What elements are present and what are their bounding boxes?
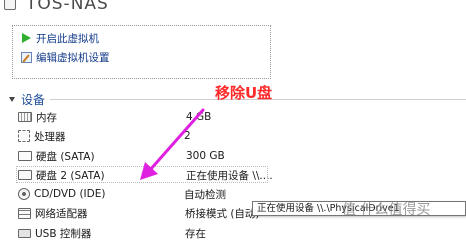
device-value: 4 GB — [186, 111, 212, 123]
device-row-hard-disk-2[interactable]: 硬盘 2 (SATA) 正在使用设备 \\.... — [16, 166, 466, 183]
hard-disk-icon — [18, 170, 32, 180]
usb-controller-icon — [18, 228, 31, 238]
device-name: CD/DVD (IDE) — [34, 188, 106, 200]
processor-icon — [18, 130, 30, 142]
memory-icon — [18, 112, 32, 122]
selection-outline — [16, 166, 268, 183]
device-row-cd-dvd[interactable]: CD/DVD (IDE) 自动检测 — [18, 186, 466, 202]
device-value: 自动检测 — [184, 188, 226, 201]
device-name: 内存 — [36, 111, 57, 124]
device-name: 处理器 — [34, 130, 66, 143]
device-name: 硬盘 (SATA) — [36, 150, 95, 163]
collapse-triangle-icon[interactable] — [9, 97, 15, 102]
cd-dvd-icon — [18, 188, 30, 200]
edit-icon — [21, 51, 32, 63]
power-on-vm-label: 开启此虚拟机 — [36, 32, 99, 45]
device-path-tooltip: 正在使用设备 \\.\PhysicalDrive1 — [252, 201, 466, 216]
device-value: 2 — [184, 130, 191, 142]
device-name: 网络适配器 — [35, 207, 88, 220]
edit-vm-settings-link[interactable]: 编辑虚拟机设置 — [21, 50, 110, 64]
play-icon — [21, 32, 32, 44]
device-value: 桥接模式 (自动) — [185, 207, 260, 220]
hard-disk-icon — [18, 151, 32, 161]
vm-title: TOS-NAS — [26, 0, 109, 14]
annotation-label: 移除U盘 — [215, 84, 273, 102]
vm-actions-panel: 开启此虚拟机 编辑虚拟机设置 — [12, 25, 271, 79]
power-on-vm-link[interactable]: 开启此虚拟机 — [21, 31, 99, 45]
devices-section-header[interactable]: 设备 — [9, 91, 45, 108]
network-adapter-icon — [18, 207, 31, 219]
device-value: 300 GB — [186, 150, 225, 162]
device-row-memory[interactable]: 内存 4 GB — [18, 109, 466, 125]
device-row-processor[interactable]: 处理器 2 — [18, 128, 466, 144]
device-value: 存在 — [185, 227, 206, 240]
devices-section-title: 设备 — [21, 93, 46, 107]
device-name: USB 控制器 — [35, 227, 92, 240]
vm-icon — [4, 0, 16, 10]
device-row-hard-disk[interactable]: 硬盘 (SATA) 300 GB — [18, 148, 466, 164]
device-row-usb-controller[interactable]: USB 控制器 存在 — [18, 225, 466, 241]
edit-vm-settings-label: 编辑虚拟机设置 — [36, 51, 110, 64]
